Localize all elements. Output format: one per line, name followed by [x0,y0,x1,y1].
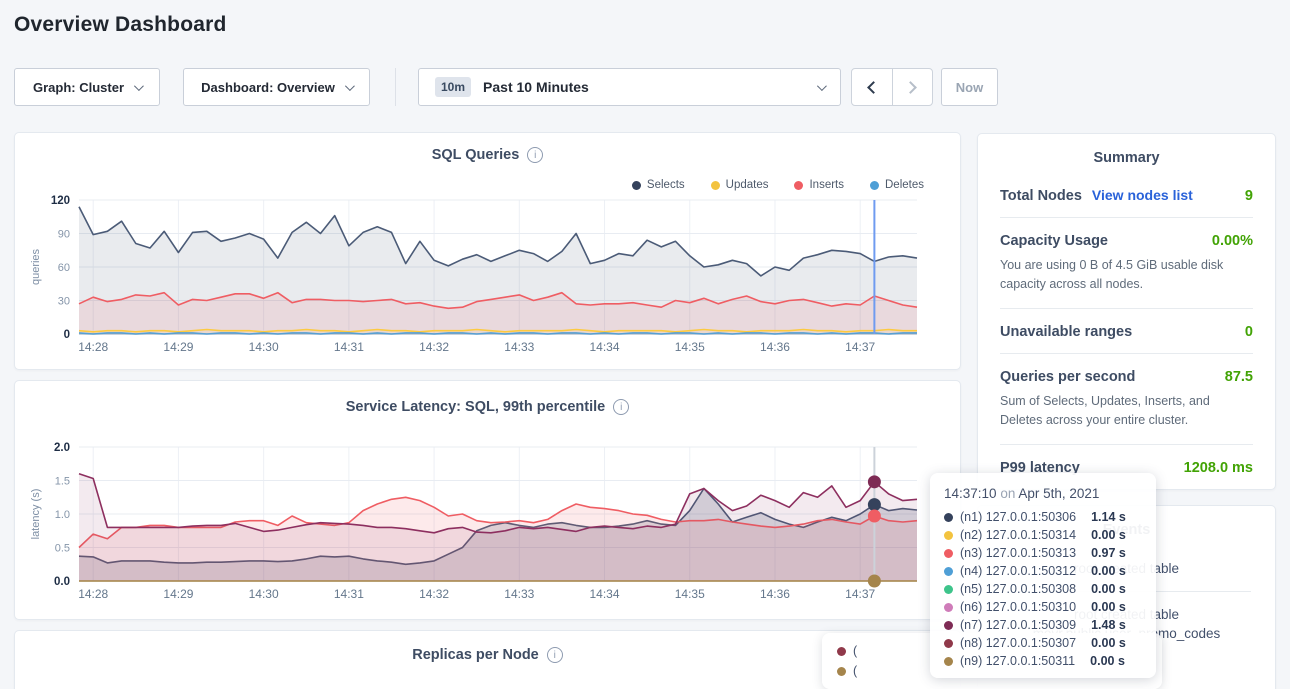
tooltip-timestamp: 14:37:10 on Apr 5th, 2021 [944,486,1142,501]
time-range-dropdown[interactable]: 10m Past 10 Minutes [418,68,841,106]
node-color-dot [944,567,953,576]
summary-title: Summary [978,134,1275,166]
svg-text:120: 120 [51,195,70,207]
queries-per-second-description: Sum of Selects, Updates, Inserts, and De… [1000,392,1253,431]
svg-text:14:37: 14:37 [845,587,875,601]
svg-text:14:32: 14:32 [419,340,449,354]
replicas-per-node-chart-card: Replicas per Node i [14,630,961,689]
total-nodes-value: 9 [1245,188,1253,204]
svg-text:1.5: 1.5 [55,476,70,488]
tooltip-node-row: (n8) 127.0.0.1:503070.00 s [944,634,1142,652]
chevron-down-icon [345,81,355,91]
node-color-dot [944,657,953,666]
svg-text:14:34: 14:34 [590,340,620,354]
svg-text:14:33: 14:33 [504,340,534,354]
svg-text:14:29: 14:29 [163,587,193,601]
time-range-label: Past 10 Minutes [483,79,805,95]
replicas-chart-title: Replicas per Node [412,647,539,663]
svg-text:14:29: 14:29 [163,340,193,354]
summary-row-total-nodes: Total Nodes View nodes list 9 [1000,172,1253,218]
svg-text:60: 60 [58,262,70,274]
chevron-right-icon [904,81,917,94]
chevron-down-icon [134,81,144,91]
time-range-badge: 10m [435,77,471,97]
tooltip-node-row: (n9) 127.0.0.1:503110.00 s [944,652,1142,670]
svg-text:14:28: 14:28 [78,587,108,601]
svg-text:30: 30 [58,296,70,308]
chevron-left-icon [867,81,880,94]
service-latency-chart-card: Service Latency: SQL, 99th percentile i … [14,380,961,620]
svg-text:0: 0 [64,329,70,341]
capacity-usage-value: 0.00% [1212,233,1253,249]
node-color-dot [944,621,953,630]
node-color-dot [944,585,953,594]
svg-text:0.0: 0.0 [54,576,70,588]
svg-text:queries: queries [30,248,42,285]
tooltip-node-row: (n1) 127.0.0.1:503061.14 s [944,508,1142,526]
graph-scope-label: Graph: Cluster [33,80,124,95]
svg-text:0.5: 0.5 [55,543,70,555]
queries-per-second-value: 87.5 [1225,369,1253,385]
summary-panel: Summary Total Nodes View nodes list 9 Ca… [977,133,1276,490]
node9-color-dot [837,667,846,676]
svg-text:14:36: 14:36 [760,340,790,354]
tooltip-node-row: (n5) 127.0.0.1:503080.00 s [944,580,1142,598]
svg-text:14:33: 14:33 [504,587,534,601]
svg-text:14:37: 14:37 [845,340,875,354]
service-latency-plot[interactable]: 14:28 14:29 14:30 14:31 14:32 14:33 14:34 14:35… [15,381,960,619]
svg-text:90: 90 [58,229,70,241]
now-button[interactable]: Now [941,68,998,106]
info-icon[interactable]: i [547,647,563,663]
svg-text:14:36: 14:36 [760,587,790,601]
toolbar: Graph: Cluster Dashboard: Overview 10m P… [0,68,1290,106]
sql-queries-chart-card: SQL Queries i Selects Updates Inserts De… [14,132,961,370]
tooltip-node-row: (n4) 127.0.0.1:503120.00 s [944,562,1142,580]
node-color-dot [944,549,953,558]
chart-hover-tooltip: 14:37:10 on Apr 5th, 2021 (n1) 127.0.0.1… [930,473,1156,678]
time-prev-button[interactable] [852,69,893,105]
svg-text:14:35: 14:35 [675,340,705,354]
tooltip-node-row: (n2) 127.0.0.1:503140.00 s [944,526,1142,544]
svg-text:14:34: 14:34 [590,587,620,601]
overview-dashboard-page: Overview Dashboard Graph: Cluster Dashbo… [0,0,1290,689]
tooltip-node-row: (n6) 127.0.0.1:503100.00 s [944,598,1142,616]
svg-text:latency (s): latency (s) [30,489,42,540]
dashboard-label: Dashboard: Overview [201,80,335,95]
time-step-button-group [851,68,933,106]
view-nodes-list-link[interactable]: View nodes list [1092,187,1193,203]
svg-text:14:31: 14:31 [334,340,364,354]
dashboard-dropdown[interactable]: Dashboard: Overview [183,68,370,106]
summary-row-unavailable-ranges: Unavailable ranges 0 [1000,309,1253,354]
tooltip-node-row: (n7) 127.0.0.1:503091.48 s [944,616,1142,634]
svg-text:14:28: 14:28 [78,340,108,354]
svg-text:14:30: 14:30 [249,340,279,354]
summary-row-queries-per-second: Queries per second 87.5 Sum of Selects, … [1000,354,1253,445]
svg-text:14:35: 14:35 [675,587,705,601]
svg-text:14:32: 14:32 [419,587,449,601]
unavailable-ranges-value: 0 [1245,324,1253,340]
page-title: Overview Dashboard [14,13,227,37]
time-next-button[interactable] [893,69,933,105]
svg-text:2.0: 2.0 [54,442,70,454]
p99-latency-value: 1208.0 ms [1184,460,1253,476]
sql-queries-plot[interactable]: 14:28 14:29 14:30 14:31 14:32 14:33 14:34 14:35… [15,133,960,369]
toolbar-divider [395,68,396,106]
node-color-dot [944,603,953,612]
svg-text:1.0: 1.0 [55,509,70,521]
svg-text:14:30: 14:30 [249,587,279,601]
summary-row-capacity-usage: Capacity Usage 0.00% You are using 0 B o… [1000,218,1253,309]
graph-scope-dropdown[interactable]: Graph: Cluster [14,68,160,106]
svg-text:14:31: 14:31 [334,587,364,601]
node-color-dot [944,531,953,540]
capacity-usage-description: You are using 0 B of 4.5 GiB usable disk… [1000,256,1253,295]
node-color-dot [944,639,953,648]
tooltip-node-row: (n3) 127.0.0.1:503130.97 s [944,544,1142,562]
node-color-dot [944,513,953,522]
node8-color-dot [837,647,846,656]
chevron-down-icon [817,81,827,91]
